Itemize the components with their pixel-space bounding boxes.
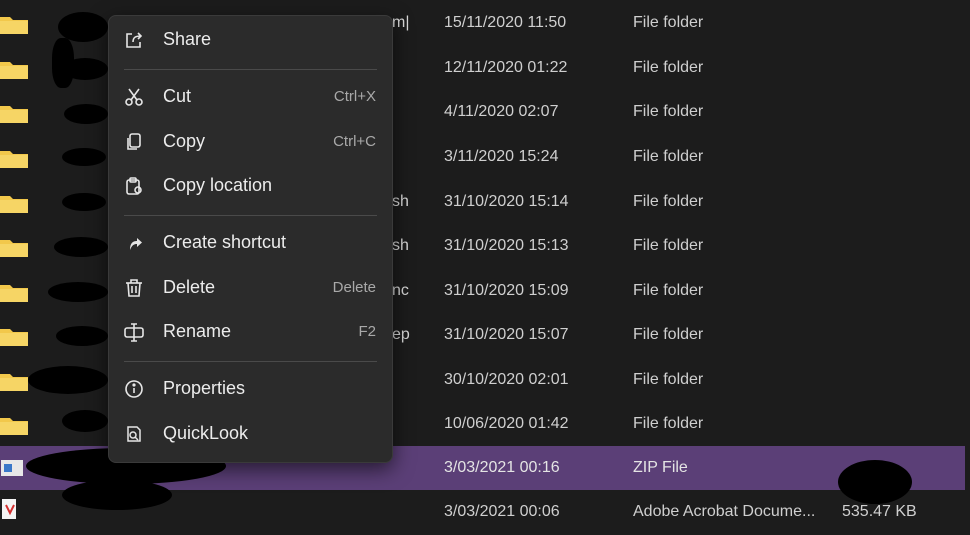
date-modified: 10/06/2020 01:42 (444, 415, 569, 432)
menu-item-label: Create shortcut (163, 232, 287, 252)
file-name-fragment: m| (392, 14, 410, 31)
file-name-fragment: sh (392, 237, 409, 254)
folder-icon (0, 326, 28, 346)
copy-icon (124, 132, 144, 152)
menu-item-copy-location[interactable]: Copy location (109, 167, 392, 205)
menu-item-rename[interactable]: Rename F2 (109, 313, 392, 351)
file-type: File folder (633, 59, 704, 76)
file-type: ZIP File (633, 459, 688, 476)
folder-icon (0, 148, 28, 168)
date-modified: 4/11/2020 02:07 (444, 103, 559, 120)
date-modified: 3/03/2021 00:06 (444, 503, 560, 520)
folder-icon (0, 103, 28, 123)
pdf-file-icon (0, 499, 20, 519)
shortcut-hint: Ctrl+C (333, 133, 376, 150)
menu-separator (124, 215, 377, 216)
file-type: File folder (633, 415, 704, 432)
quicklook-icon (124, 424, 144, 444)
menu-item-label: Properties (163, 378, 246, 398)
file-name-fragment: ep (392, 326, 410, 343)
file-size: 535.47 KB (842, 503, 917, 520)
folder-icon (0, 415, 28, 435)
context-menu: Share Cut Ctrl+X Copy Ctrl+C Copy locati… (108, 15, 393, 463)
shortcut-hint: Ctrl+X (333, 88, 376, 105)
date-modified: 31/10/2020 15:14 (444, 193, 569, 210)
menu-item-label: Rename (163, 321, 232, 341)
redaction-mark (62, 193, 106, 211)
file-type: Adobe Acrobat Docume... (633, 503, 816, 520)
folder-icon (0, 371, 28, 391)
date-modified: 12/11/2020 01:22 (444, 59, 568, 76)
menu-item-create-shortcut[interactable]: Create shortcut (109, 224, 392, 262)
date-modified: 15/11/2020 11:50 (444, 14, 567, 31)
file-type: File folder (633, 326, 704, 343)
file-type: File folder (633, 282, 704, 299)
date-modified: 30/10/2020 02:01 (444, 371, 569, 388)
folder-icon (0, 282, 28, 302)
menu-item-cut[interactable]: Cut Ctrl+X (109, 78, 392, 116)
menu-item-share[interactable]: Share (109, 21, 392, 59)
shortcut-hint: F2 (358, 323, 376, 340)
info-icon (124, 379, 144, 399)
file-type: File folder (633, 193, 704, 210)
redaction-mark (64, 104, 108, 124)
share-icon (124, 30, 144, 50)
redaction-mark (838, 460, 912, 504)
trash-icon (124, 278, 144, 298)
redaction-mark (62, 58, 108, 80)
menu-separator (124, 361, 377, 362)
redaction-mark (56, 326, 108, 346)
shortcut-arrow-icon (124, 233, 144, 253)
zip-file-icon (0, 458, 26, 478)
file-type: File folder (633, 14, 704, 31)
redaction-mark (48, 282, 108, 302)
menu-item-properties[interactable]: Properties (109, 370, 392, 408)
date-modified: 31/10/2020 15:07 (444, 326, 569, 343)
file-type: File folder (633, 148, 704, 165)
redaction-mark (62, 410, 108, 432)
rename-icon (124, 322, 144, 342)
file-name-fragment: nc (392, 282, 409, 299)
folder-icon (0, 193, 28, 213)
redaction-mark (62, 480, 172, 510)
menu-item-copy[interactable]: Copy Ctrl+C (109, 123, 392, 161)
date-modified: 3/03/2021 00:16 (444, 459, 560, 476)
menu-item-label: Copy (163, 131, 206, 151)
file-type: File folder (633, 103, 704, 120)
shortcut-hint: Delete (332, 279, 376, 296)
folder-icon (0, 59, 28, 79)
clipboard-icon (124, 176, 144, 196)
date-modified: 3/11/2020 15:24 (444, 148, 559, 165)
menu-item-delete[interactable]: Delete Delete (109, 269, 392, 307)
redaction-mark (28, 366, 108, 394)
menu-item-label: Copy location (163, 175, 273, 195)
menu-separator (124, 69, 377, 70)
file-type: File folder (633, 237, 704, 254)
menu-item-label: QuickLook (163, 423, 249, 443)
scissors-icon (124, 87, 144, 107)
file-name-fragment: sh (392, 193, 409, 210)
redaction-mark (54, 237, 108, 257)
folder-icon (0, 237, 28, 257)
file-type: File folder (633, 371, 704, 388)
menu-item-label: Cut (163, 86, 192, 106)
date-modified: 31/10/2020 15:13 (444, 237, 569, 254)
redaction-mark (62, 148, 106, 166)
menu-item-label: Share (163, 29, 212, 49)
date-modified: 31/10/2020 15:09 (444, 282, 569, 299)
folder-icon (0, 14, 28, 34)
menu-item-label: Delete (163, 277, 216, 297)
menu-item-quicklook[interactable]: QuickLook (109, 415, 392, 453)
